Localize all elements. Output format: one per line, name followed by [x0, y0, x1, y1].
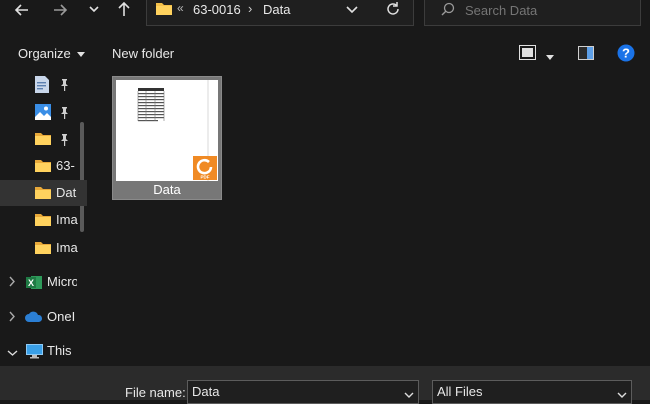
chevron-down-icon [404, 392, 414, 398]
file-name-field-label: File name: [125, 385, 186, 400]
chevron-down-icon [617, 392, 627, 398]
file-type-select[interactable]: All Files [432, 380, 632, 404]
chevron-down-icon [346, 6, 358, 14]
caret-down-icon [546, 55, 554, 60]
breadcrumb-item-63-0016[interactable]: 63-0016 [193, 2, 241, 17]
pin-icon [59, 79, 70, 94]
onedrive-icon [25, 311, 43, 325]
breadcrumb-separator[interactable]: › [248, 1, 252, 16]
folder-icon [35, 159, 51, 175]
file-type-value: All Files [437, 384, 483, 399]
file-name-label: Data [153, 182, 181, 197]
view-options-button[interactable] [519, 45, 536, 63]
pin-icon [59, 134, 70, 149]
search-input[interactable] [463, 0, 637, 20]
pdf-icon: PDF [193, 156, 217, 183]
svg-text:?: ? [622, 46, 630, 61]
refresh-button[interactable] [385, 1, 401, 20]
sidebar-item-label: Dat [56, 185, 77, 200]
folder-icon [156, 2, 172, 16]
help-icon: ? [617, 44, 635, 62]
up-button[interactable] [114, 0, 134, 20]
view-icon [519, 45, 536, 60]
preview-pane-button[interactable] [578, 46, 594, 63]
file-name-value: Data [192, 384, 220, 399]
breadcrumb-overflow[interactable]: « [177, 1, 184, 15]
document-icon [35, 76, 49, 96]
chevron-down-icon[interactable] [7, 346, 18, 360]
organize-label: Organize [18, 46, 71, 61]
sidebar-item-label: OneI [47, 309, 76, 324]
sidebar-item-label: 63- [56, 158, 75, 173]
folder-icon [35, 186, 51, 202]
svg-text:PDF: PDF [201, 175, 210, 180]
folder-icon [35, 213, 51, 229]
breadcrumb-item-data[interactable]: Data [263, 2, 290, 17]
folder-icon [35, 241, 51, 257]
caret-down-icon [77, 51, 86, 57]
address-history-button[interactable] [345, 2, 359, 19]
search-icon [441, 2, 455, 19]
monitor-icon [26, 344, 43, 362]
refresh-icon [387, 2, 399, 15]
sidebar-item-label: Ima [56, 240, 78, 255]
back-button[interactable] [12, 0, 32, 20]
forward-button[interactable] [50, 0, 70, 20]
chevron-right-icon[interactable] [8, 311, 16, 325]
organize-button[interactable]: Organize [18, 45, 86, 63]
pin-icon [59, 107, 70, 122]
arrow-right-icon [54, 4, 68, 16]
recent-locations-button[interactable] [84, 0, 104, 20]
chevron-down-icon [89, 6, 99, 13]
sidebar-item-label: Micro [47, 274, 77, 289]
help-button[interactable]: ? [617, 44, 635, 65]
sidebar-item-label: Ima [56, 212, 78, 227]
pictures-icon [35, 104, 51, 123]
preview-pane-icon [578, 46, 594, 60]
folder-icon [35, 132, 51, 148]
svg-text:X: X [28, 278, 34, 288]
file-name-input[interactable]: Data [187, 380, 419, 404]
excel-icon: X [26, 275, 42, 293]
sidebar-item-label: This [47, 343, 72, 358]
chevron-right-icon[interactable] [8, 276, 16, 290]
arrow-left-icon [14, 4, 28, 16]
new-folder-button[interactable]: New folder [112, 45, 174, 63]
view-dropdown-button[interactable] [546, 50, 554, 64]
arrow-up-icon [118, 1, 130, 16]
